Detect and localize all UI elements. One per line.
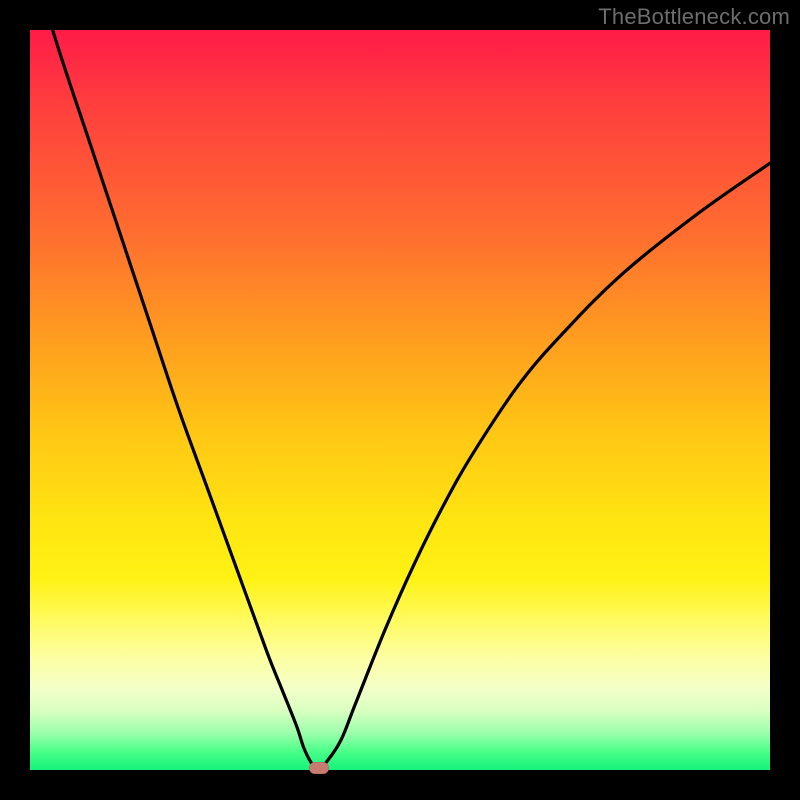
bottleneck-curve — [30, 30, 770, 770]
watermark-text: TheBottleneck.com — [598, 4, 790, 30]
minimum-marker — [309, 762, 329, 774]
chart-frame: TheBottleneck.com — [0, 0, 800, 800]
plot-area — [30, 30, 770, 770]
